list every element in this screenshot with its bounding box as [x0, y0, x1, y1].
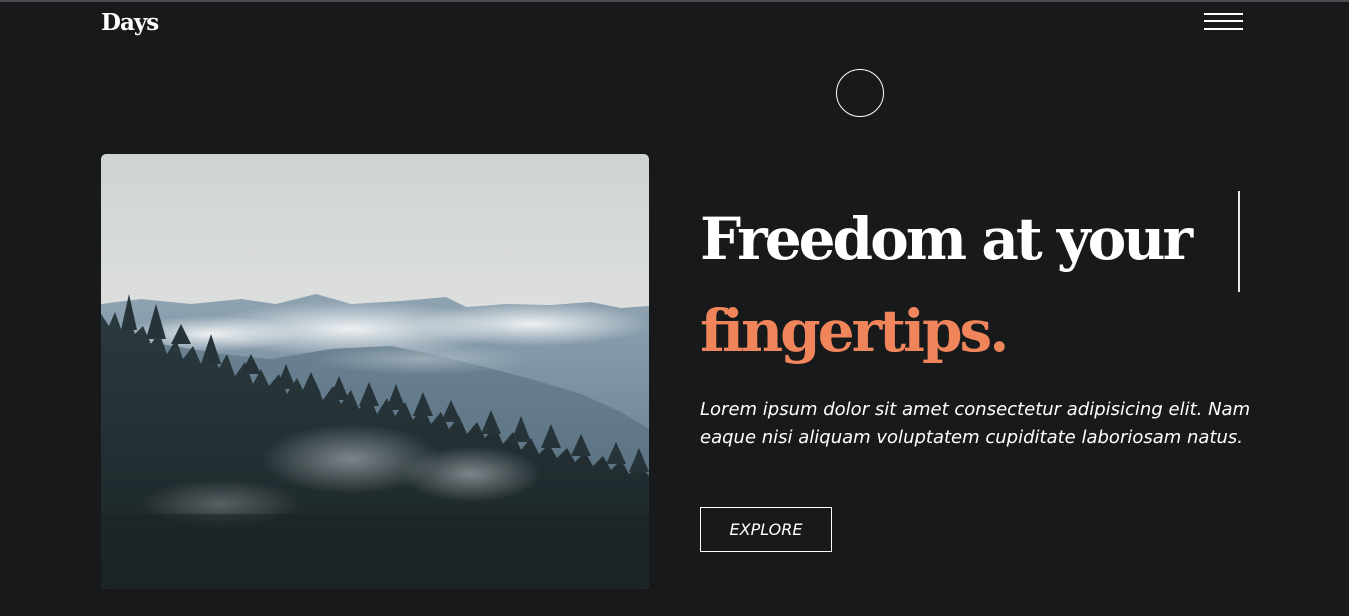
- menu-bar: [1204, 13, 1243, 15]
- hero-description: Lorem ipsum dolor sit amet consectetur a…: [700, 399, 1251, 448]
- menu-bar: [1204, 20, 1243, 22]
- hamburger-menu-icon[interactable]: [1200, 9, 1248, 37]
- top-border: [0, 0, 1349, 2]
- menu-bar: [1204, 28, 1243, 30]
- explore-button[interactable]: EXPLORE: [700, 507, 832, 552]
- vertical-divider: [1238, 191, 1240, 292]
- hero-photo: [101, 154, 649, 589]
- hero-headline: Freedom at your fingertips.: [700, 193, 1193, 377]
- headline-line-1: Freedom at your: [700, 205, 1193, 273]
- circle-cursor-icon: [836, 69, 884, 117]
- headline-line-2: fingertips.: [700, 297, 1009, 365]
- brand-logo[interactable]: Days: [101, 9, 159, 36]
